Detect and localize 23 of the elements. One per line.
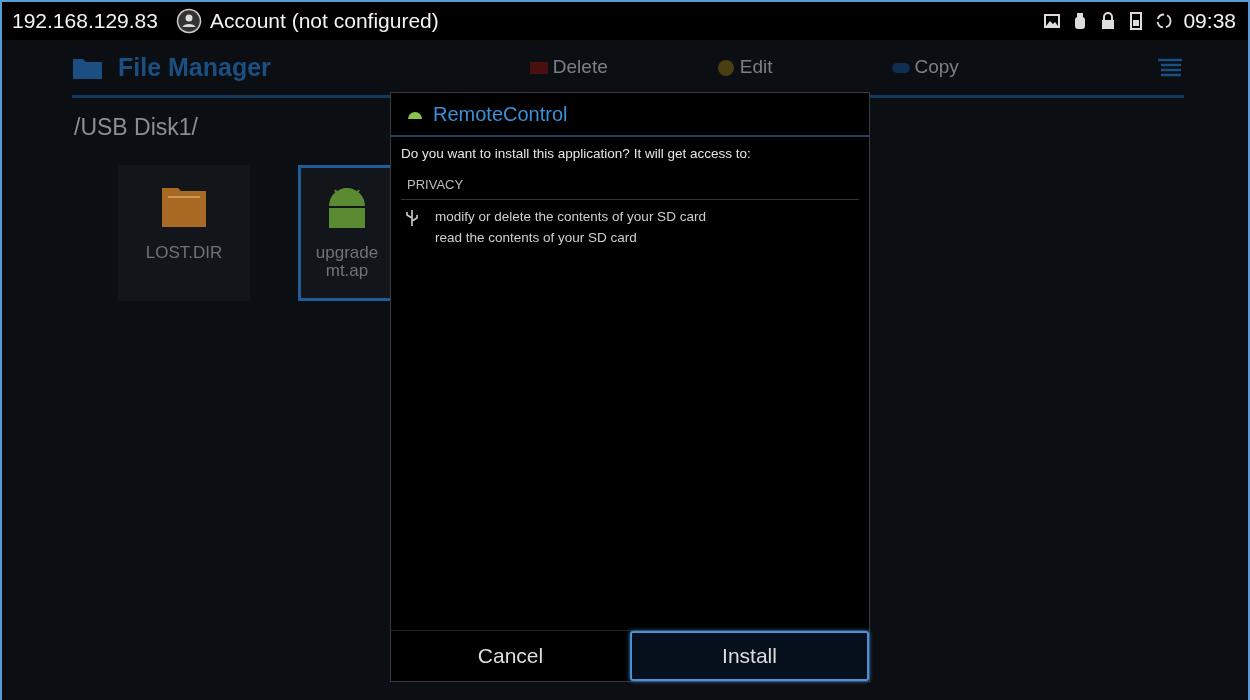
- permission-text: modify or delete the contents of your SD card: [435, 207, 706, 226]
- copy-button[interactable]: Copy: [890, 53, 959, 82]
- app-title: File Manager: [118, 51, 271, 83]
- sync-icon: [1155, 12, 1174, 30]
- dialog-title: RemoteControl: [433, 102, 568, 127]
- dialog-message: Do you want to install this application? It will get access to:: [400, 145, 752, 163]
- file-tile[interactable]: upgrade mt.ap: [298, 164, 393, 301]
- file-name: upgrade mt.ap: [315, 243, 379, 281]
- usb-icon: [405, 208, 419, 227]
- file-name: LOST.DIR: [145, 243, 223, 263]
- image-icon: [1043, 12, 1062, 30]
- section-heading: PRIVACY: [401, 171, 859, 200]
- menu-icon: [1156, 58, 1184, 79]
- dialog-button[interactable]: Install: [630, 631, 869, 681]
- clock-time: 09:38: [1183, 8, 1236, 35]
- permission-text: read the contents of your SD card: [435, 229, 638, 248]
- account-status: Account (not configured): [210, 8, 439, 35]
- file-tile[interactable]: LOST.DIR: [118, 164, 250, 301]
- edit-button[interactable]: Edit: [715, 53, 773, 82]
- folder-path: /USB Disk1/: [74, 113, 198, 142]
- delete-button[interactable]: Delete: [528, 53, 608, 82]
- account-icon: [176, 8, 202, 34]
- ip-address: 192.168.129.83: [12, 8, 158, 35]
